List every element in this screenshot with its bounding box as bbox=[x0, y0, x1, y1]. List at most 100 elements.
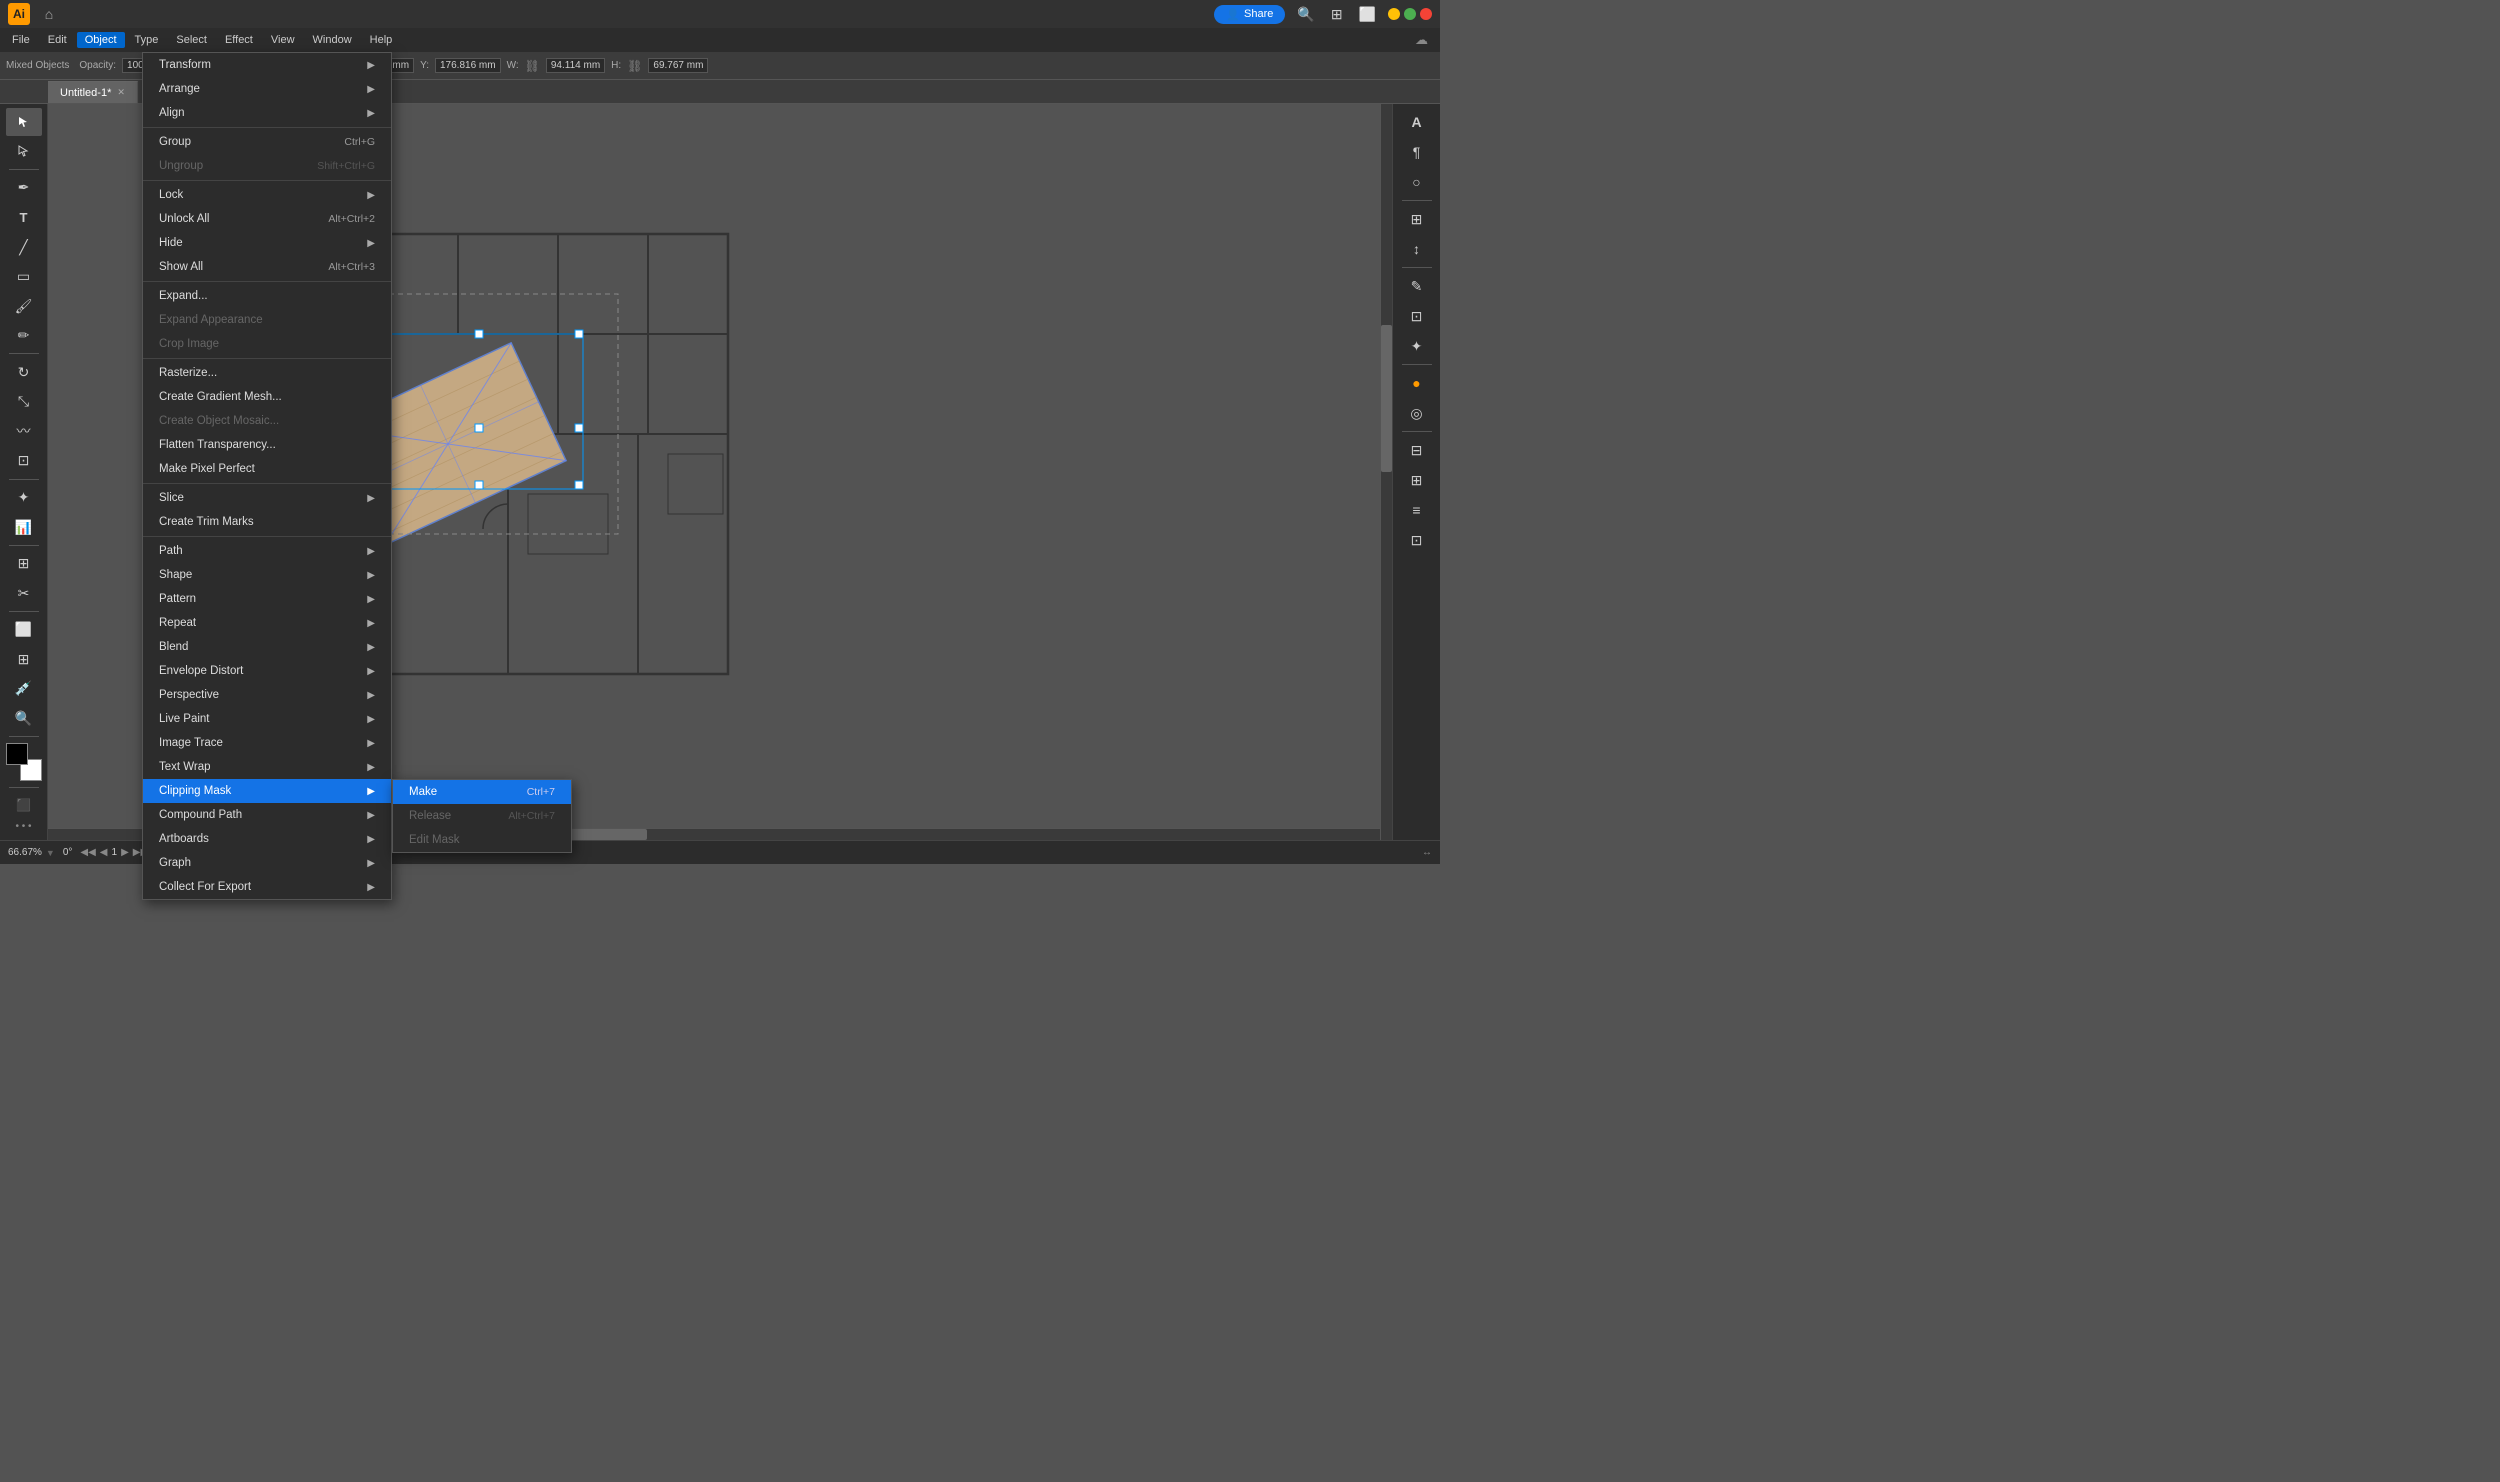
menu-view[interactable]: View bbox=[263, 32, 303, 48]
color-swatches[interactable] bbox=[6, 743, 42, 780]
column-graph-tool[interactable]: 📊 bbox=[6, 513, 42, 541]
menu-item-text-wrap[interactable]: Text Wrap ▶ bbox=[143, 755, 391, 779]
page-nav-next[interactable]: ▶ bbox=[121, 847, 129, 858]
menu-item-shape[interactable]: Shape ▶ bbox=[143, 563, 391, 587]
pathfinder-panel-icon[interactable]: ⊟ bbox=[1399, 436, 1435, 464]
menu-item-blend[interactable]: Blend ▶ bbox=[143, 635, 391, 659]
zoom-dropdown-icon[interactable]: ▼ bbox=[46, 848, 55, 858]
menu-item-compound-path[interactable]: Compound Path ▶ bbox=[143, 803, 391, 827]
menu-effect[interactable]: Effect bbox=[217, 32, 261, 48]
zoom-value[interactable]: 66.67% bbox=[8, 847, 42, 858]
direct-select-tool[interactable] bbox=[6, 138, 42, 166]
menu-edit[interactable]: Edit bbox=[40, 32, 75, 48]
selection-tool[interactable] bbox=[6, 108, 42, 136]
align-panel-icon[interactable]: ≡ bbox=[1399, 496, 1435, 524]
h-value[interactable]: 69.767 mm bbox=[648, 58, 708, 73]
menu-item-perspective[interactable]: Perspective ▶ bbox=[143, 683, 391, 707]
menu-item-rasterize[interactable]: Rasterize... bbox=[143, 361, 391, 385]
search-button[interactable]: 🔍 bbox=[1293, 4, 1318, 25]
menu-select[interactable]: Select bbox=[168, 32, 215, 48]
menu-item-make-pixel-perfect[interactable]: Make Pixel Perfect bbox=[143, 457, 391, 481]
close-button[interactable] bbox=[1420, 8, 1432, 20]
menu-item-collect-for-export[interactable]: Collect For Export ▶ bbox=[143, 875, 391, 899]
menu-item-create-gradient-mesh[interactable]: Create Gradient Mesh... bbox=[143, 385, 391, 409]
menu-file[interactable]: File bbox=[4, 32, 38, 48]
brush-panel-icon[interactable]: ✎ bbox=[1399, 272, 1435, 300]
rect-tool[interactable]: ▭ bbox=[6, 263, 42, 291]
libraries-panel-icon[interactable]: A bbox=[1399, 108, 1435, 136]
mesh-tool[interactable]: ⊞ bbox=[6, 645, 42, 673]
menu-item-expand[interactable]: Expand... bbox=[143, 284, 391, 308]
menu-item-show-all[interactable]: Show All Alt+Ctrl+3 bbox=[143, 255, 391, 279]
toolbar-more[interactable]: • • • bbox=[15, 821, 31, 836]
change-screen-mode[interactable]: ⬛ bbox=[6, 792, 42, 820]
eyedropper-tool[interactable]: 💉 bbox=[6, 675, 42, 703]
symbols-panel-icon[interactable]: ✦ bbox=[1399, 332, 1435, 360]
colorguide-panel-icon[interactable]: ◎ bbox=[1399, 399, 1435, 427]
pencil-tool[interactable]: ✏ bbox=[6, 322, 42, 350]
menu-type[interactable]: Type bbox=[127, 32, 167, 48]
appearance-panel-icon[interactable]: ○ bbox=[1399, 168, 1435, 196]
scale-tool[interactable]: ⤡ bbox=[6, 388, 42, 416]
warp-tool[interactable]: 〰 bbox=[6, 418, 42, 446]
slice-tool[interactable]: ✂ bbox=[6, 579, 42, 607]
color-panel-icon[interactable]: ● bbox=[1399, 369, 1435, 397]
line-tool[interactable]: ╱ bbox=[6, 233, 42, 261]
minimize-button[interactable] bbox=[1388, 8, 1400, 20]
menu-item-live-paint[interactable]: Live Paint ▶ bbox=[143, 707, 391, 731]
w-value[interactable]: 94.114 mm bbox=[546, 58, 605, 73]
menu-item-repeat[interactable]: Repeat ▶ bbox=[143, 611, 391, 635]
vertical-scrollbar[interactable] bbox=[1380, 104, 1392, 840]
menu-item-pattern[interactable]: Pattern ▶ bbox=[143, 587, 391, 611]
type-tool[interactable]: T bbox=[6, 204, 42, 232]
page-number[interactable]: 1 bbox=[112, 847, 118, 858]
share-button[interactable]: 👤 Share bbox=[1214, 5, 1285, 24]
home-button[interactable]: ⌂ bbox=[38, 3, 60, 25]
menu-help[interactable]: Help bbox=[362, 32, 401, 48]
menu-item-slice[interactable]: Slice ▶ bbox=[143, 486, 391, 510]
menu-item-align[interactable]: Align ▶ bbox=[143, 101, 391, 125]
menu-item-transform[interactable]: Transform ▶ bbox=[143, 53, 391, 77]
page-nav-prev[interactable]: ◀◀ bbox=[80, 847, 95, 858]
maximize-button[interactable] bbox=[1404, 8, 1416, 20]
character-panel-icon[interactable]: ⊡ bbox=[1399, 526, 1435, 554]
arrange-panels-button2[interactable]: ⬜ bbox=[1355, 4, 1380, 25]
properties-panel-icon[interactable]: ¶ bbox=[1399, 138, 1435, 166]
menu-object[interactable]: Object bbox=[77, 32, 125, 48]
y-value[interactable]: 176.816 mm bbox=[435, 58, 501, 73]
zoom-tool[interactable]: 🔍 bbox=[6, 705, 42, 733]
menu-item-graph[interactable]: Graph ▶ bbox=[143, 851, 391, 875]
menu-item-clipping-mask[interactable]: Clipping Mask ▶ bbox=[143, 779, 391, 803]
doc-tab-close[interactable]: ✕ bbox=[117, 87, 125, 98]
rotation-value[interactable]: 0° bbox=[63, 847, 73, 858]
menu-item-unlock-all[interactable]: Unlock All Alt+Ctrl+2 bbox=[143, 207, 391, 231]
paintbrush-tool[interactable]: 🖌 bbox=[6, 292, 42, 320]
artboard-tool[interactable]: ⊞ bbox=[6, 550, 42, 578]
arrange-panels-button[interactable]: ⊞ bbox=[1327, 4, 1347, 25]
rotate-tool[interactable]: ↻ bbox=[6, 358, 42, 386]
free-transform-tool[interactable]: ⊡ bbox=[6, 447, 42, 475]
menu-item-flatten-transparency[interactable]: Flatten Transparency... bbox=[143, 433, 391, 457]
symbol-tool[interactable]: ✦ bbox=[6, 484, 42, 512]
menu-item-image-trace[interactable]: Image Trace ▶ bbox=[143, 731, 391, 755]
gradient-tool[interactable]: ⬜ bbox=[6, 616, 42, 644]
menu-item-hide[interactable]: Hide ▶ bbox=[143, 231, 391, 255]
swatches-panel-icon[interactable]: ⊡ bbox=[1399, 302, 1435, 330]
foreground-color-swatch[interactable] bbox=[6, 743, 28, 765]
menu-item-arrange[interactable]: Arrange ▶ bbox=[143, 77, 391, 101]
vertical-scroll-thumb[interactable] bbox=[1381, 325, 1392, 472]
menu-item-group[interactable]: Group Ctrl+G bbox=[143, 130, 391, 154]
menu-item-envelope-distort[interactable]: Envelope Distort ▶ bbox=[143, 659, 391, 683]
menu-window[interactable]: Window bbox=[305, 32, 360, 48]
menu-item-artboards[interactable]: Artboards ▶ bbox=[143, 827, 391, 851]
menu-item-create-trim-marks[interactable]: Create Trim Marks bbox=[143, 510, 391, 534]
pen-tool[interactable]: ✒ bbox=[6, 174, 42, 202]
artboards-panel-icon[interactable]: ↕ bbox=[1399, 235, 1435, 263]
submenu-item-make[interactable]: Make Ctrl+7 bbox=[393, 780, 571, 804]
transform-panel-icon[interactable]: ⊞ bbox=[1399, 466, 1435, 494]
page-nav-prev2[interactable]: ◀ bbox=[100, 847, 108, 858]
menu-item-path[interactable]: Path ▶ bbox=[143, 539, 391, 563]
doc-tab-active[interactable]: Untitled-1* ✕ bbox=[48, 81, 138, 103]
layers-panel-icon[interactable]: ⊞ bbox=[1399, 205, 1435, 233]
menu-item-lock[interactable]: Lock ▶ bbox=[143, 183, 391, 207]
